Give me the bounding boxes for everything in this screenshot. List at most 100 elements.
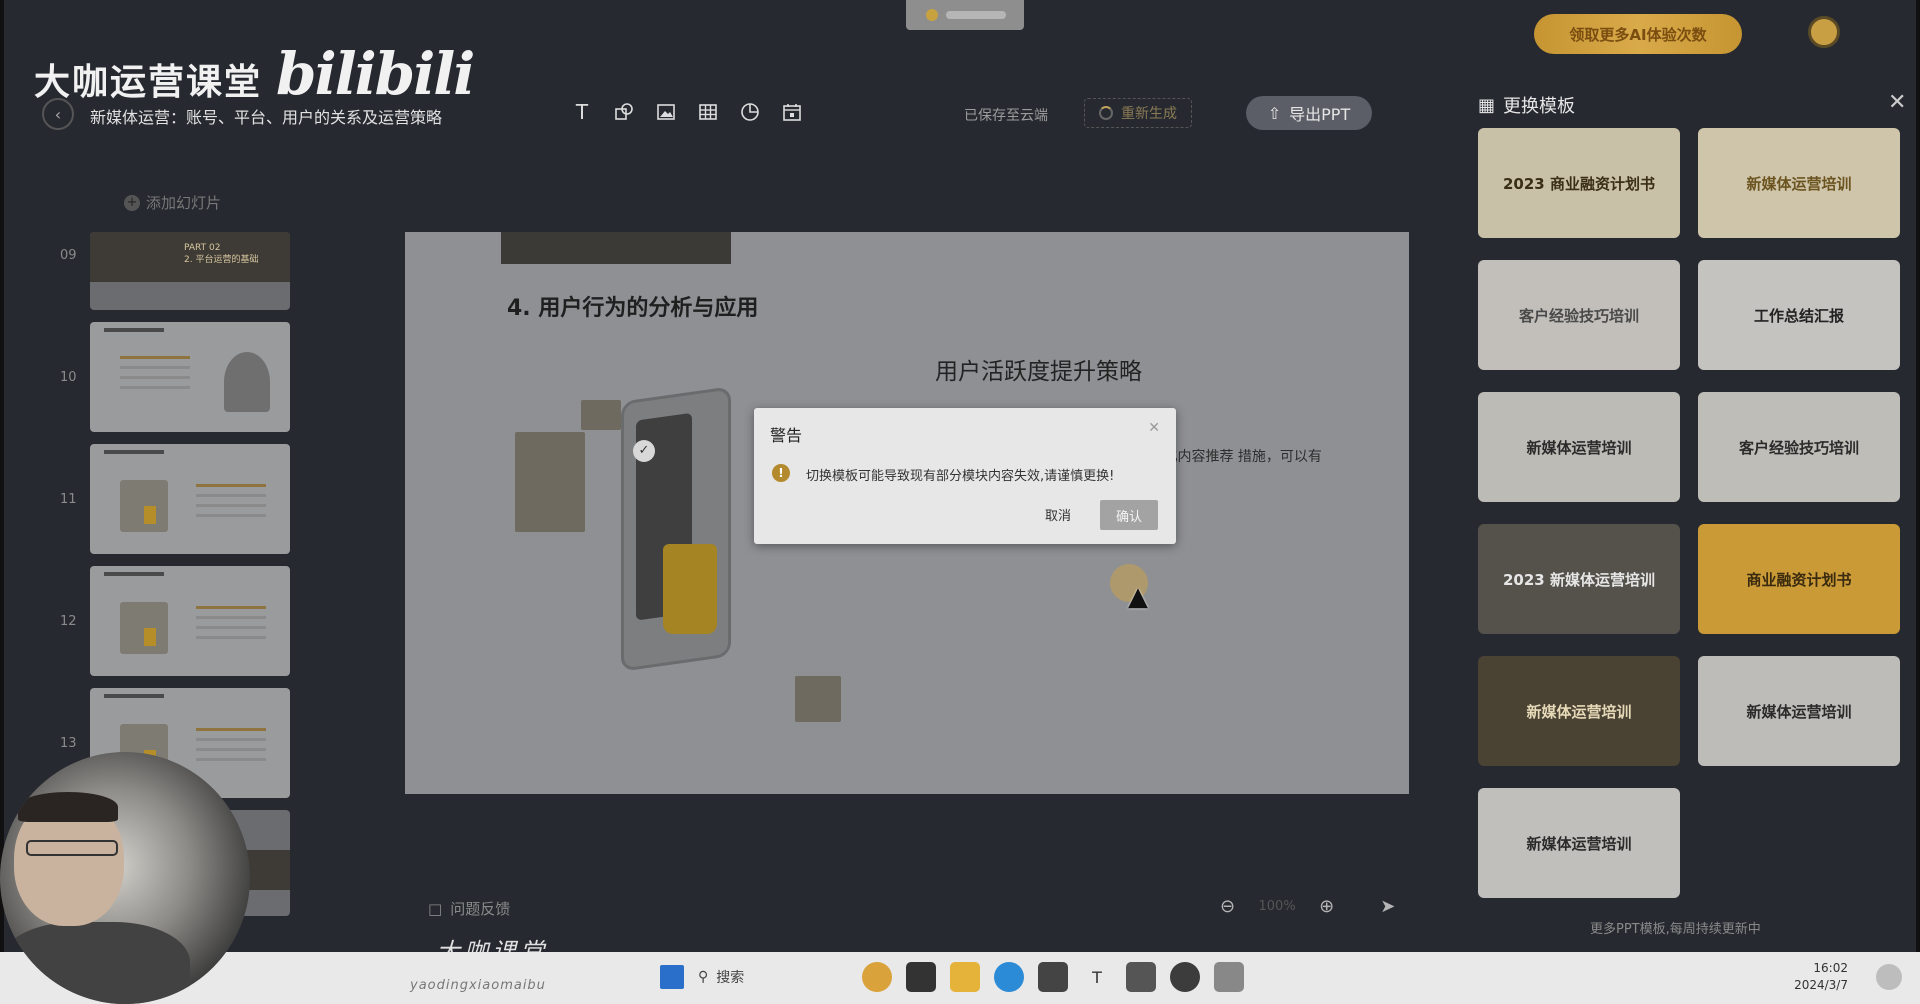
edge-icon[interactable] [994,962,1024,992]
bilibili-logo: bilibili [276,40,475,108]
check-icon: ✓ [633,440,655,462]
template-label: 客户经验技巧培训 [1518,306,1639,325]
cylinder-illustration [663,544,717,634]
notification-icon[interactable] [1876,964,1902,990]
watermark: 大咖课堂 [436,938,548,952]
plus-icon: + [124,194,140,211]
dialog-title: 警告 [770,426,803,445]
slide-thumb-11[interactable] [90,444,290,554]
time: 16:02 [1813,961,1848,975]
regenerate-button[interactable]: 重新生成 [1084,98,1192,128]
template-label: 新媒体运营培训 [1746,702,1852,721]
zoom-controls: ⊖ 100% ⊕ ➤ [1220,896,1395,917]
file-explorer-icon[interactable] [950,962,980,992]
chart-icon[interactable] [738,100,762,124]
slide-header-bar [501,232,731,264]
template-card[interactable]: 新媒体运营培训 [1478,788,1680,898]
insert-toolbar: T [570,100,804,124]
slide-heading: 4. 用户行为的分析与应用 [507,296,759,321]
store-icon[interactable] [1038,962,1068,992]
slide-thumb-12[interactable] [90,566,290,676]
template-card[interactable]: 2023 新媒体运营培训 [1478,524,1680,634]
template-label: 2023 商业融资计划书 [1503,174,1655,193]
taskbar-search[interactable]: ⚲ 搜索 [698,967,848,987]
cancel-button[interactable]: 取消 [1030,500,1086,528]
zoom-percent: 100% [1258,899,1296,914]
slide-number: 10 [60,370,77,385]
template-card[interactable]: 客户经验技巧培训 [1698,392,1900,502]
template-card[interactable]: 新媒体运营培训 [1478,656,1680,766]
template-card[interactable]: 新媒体运营培训 [1698,128,1900,238]
template-label: 工作总结汇报 [1753,306,1844,325]
typora-icon[interactable]: T [1082,962,1112,992]
feedback-button[interactable]: □ 问题反馈 [428,898,510,919]
slide-number: 12 [60,614,77,629]
shape-icon[interactable] [612,100,636,124]
thumb-line: PART 02 [184,243,221,253]
warning-icon: ! [772,464,790,482]
thumb-line: 2. 平台运营的基础 [184,255,259,265]
mouse-cursor-icon: ▲ [1128,582,1148,612]
export-label: 导出PPT [1289,105,1351,124]
slide-number: 13 [60,736,77,751]
app-icon[interactable] [1214,962,1244,992]
export-ppt-button[interactable]: ⇧ 导出PPT [1246,96,1372,130]
feedback-icon: □ [428,899,443,918]
image-icon[interactable] [654,100,678,124]
close-icon[interactable]: ✕ [1888,90,1906,115]
template-card[interactable]: 新媒体运营培训 [1698,656,1900,766]
dialog-message: 切换模板可能导致现有部分模块内容失效,请谨慎更换! [806,469,1115,484]
calendar-icon[interactable] [780,100,804,124]
save-status: 已保存至云端 [964,108,1048,124]
template-label: 新媒体运营培训 [1526,702,1632,721]
browser-icon[interactable] [1170,962,1200,992]
pointer-icon[interactable]: ➤ [1380,896,1395,917]
template-panel-title: 更换模板 [1503,96,1576,117]
text-icon[interactable]: T [570,100,594,124]
search-icon: ⚲ [698,969,709,985]
slide-thumb-09[interactable]: PART 02 2. 平台运营的基础 [90,232,290,310]
illustration-box [581,400,621,430]
grid-icon: ▦ [1478,94,1496,116]
template-card[interactable]: 2023 商业融资计划书 [1478,128,1680,238]
template-card[interactable]: 客户经验技巧培训 [1478,260,1680,370]
clock[interactable]: 16:02 2024/3/7 [1794,960,1848,994]
start-icon[interactable] [660,965,684,989]
taskview-icon[interactable] [906,962,936,992]
avatar[interactable] [1808,16,1840,48]
illustration-box [515,432,585,532]
slide-thumb-10[interactable] [90,322,290,432]
notes-icon[interactable] [1126,962,1156,992]
add-slide-label: 添加幻灯片 [146,194,222,212]
close-icon[interactable]: ✕ [1148,420,1160,436]
slide-number: 09 [60,248,77,263]
template-label: 2023 新媒体运营培训 [1503,570,1655,589]
template-card[interactable]: 新媒体运营培训 [1478,392,1680,502]
template-footer: 更多PPT模板,每周持续更新中 [1590,922,1761,937]
zoom-out-icon[interactable]: ⊖ [1220,896,1235,917]
app-window: 大咖运营课堂 bilibili 领取更多AI体验次数 ‹ 新媒体运营：账号、平台… [4,0,1916,952]
promo-button[interactable]: 领取更多AI体验次数 [1534,14,1742,54]
date: 2024/3/7 [1794,978,1848,992]
brand-name: 大咖运营课堂 [34,62,263,103]
feedback-label: 问题反馈 [450,900,511,918]
creator-handle: yaodingxiaomaibu [410,978,546,993]
template-card[interactable]: 工作总结汇报 [1698,260,1900,370]
template-label: 新媒体运营培训 [1526,438,1632,457]
brand: 大咖运营课堂 bilibili [34,40,475,108]
screen-share-handle[interactable] [906,0,1024,30]
confirm-button[interactable]: 确认 [1100,500,1158,530]
template-card[interactable]: 商业融资计划书 [1698,524,1900,634]
add-slide-button[interactable]: + 添加幻灯片 [124,192,221,213]
warning-dialog: 警告 ✕ ! 切换模板可能导致现有部分模块内容失效,请谨慎更换! 取消 确认 [754,408,1176,544]
table-icon[interactable] [696,100,720,124]
widgets-icon[interactable] [862,962,892,992]
document-title: 新媒体运营：账号、平台、用户的关系及运营策略 [90,108,443,127]
refresh-icon [1099,106,1113,120]
zoom-in-icon[interactable]: ⊕ [1319,896,1334,917]
template-label: 新媒体运营培训 [1526,834,1632,853]
taskbar: ⚲ 搜索 T 16:02 2024/3/7 [0,952,1920,1004]
share-icon: ⇧ [1267,103,1282,123]
back-icon[interactable]: ‹ [42,98,74,130]
template-label: 客户经验技巧培训 [1738,438,1859,457]
